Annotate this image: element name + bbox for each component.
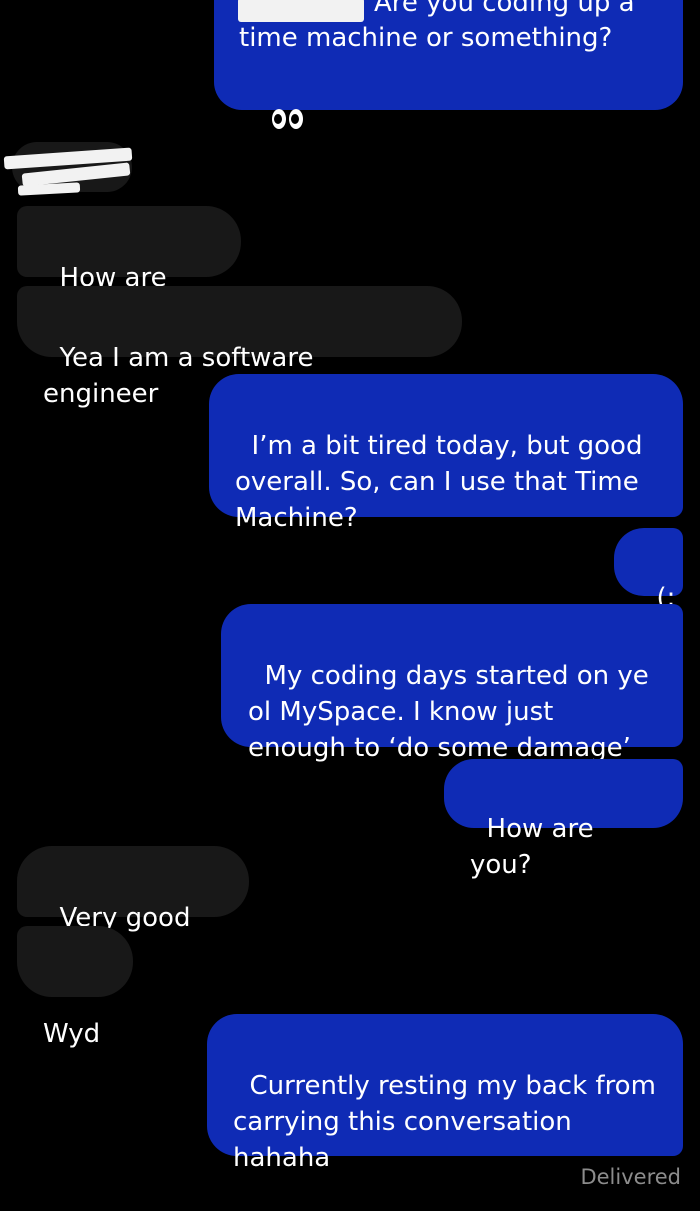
- redaction-mark: [17, 182, 81, 196]
- message-bubble-sent[interactable]: (:: [614, 528, 683, 613]
- message-text: How are you?: [470, 814, 602, 880]
- message-bubble-received[interactable]: Wyd: [17, 926, 133, 1049]
- message-text: Wyd: [43, 1019, 101, 1049]
- message-text: I’m a bit tired today, but good overall.…: [235, 431, 643, 533]
- redaction-mark: [238, 0, 364, 22]
- message-text: Are you coding up a: [374, 0, 635, 18]
- message-text: time machine or something?: [239, 23, 613, 53]
- message-text: My coding days started on ye ol MySpace.…: [248, 661, 649, 763]
- message-bubble-sent[interactable]: How are you?: [444, 759, 683, 880]
- message-bubble-received[interactable]: How are you: [17, 206, 241, 329]
- sender-name-redacted: [0, 126, 140, 196]
- eyes-emoji-icon: [239, 64, 306, 172]
- message-bubble-received[interactable]: Very good lol: [17, 846, 249, 969]
- message-text: Currently resting my back from carrying …: [233, 1071, 656, 1173]
- message-bubble-sent[interactable]: I’m a bit tired today, but good overall.…: [209, 374, 683, 533]
- message-bubble-sent[interactable]: My coding days started on ye ol MySpace.…: [221, 604, 683, 763]
- message-bubble-received[interactable]: Yea I am a software engineer: [17, 286, 462, 409]
- delivered-status: Delivered: [580, 1165, 681, 1189]
- message-bubble-sent[interactable]: Currently resting my back from carrying …: [207, 1014, 683, 1173]
